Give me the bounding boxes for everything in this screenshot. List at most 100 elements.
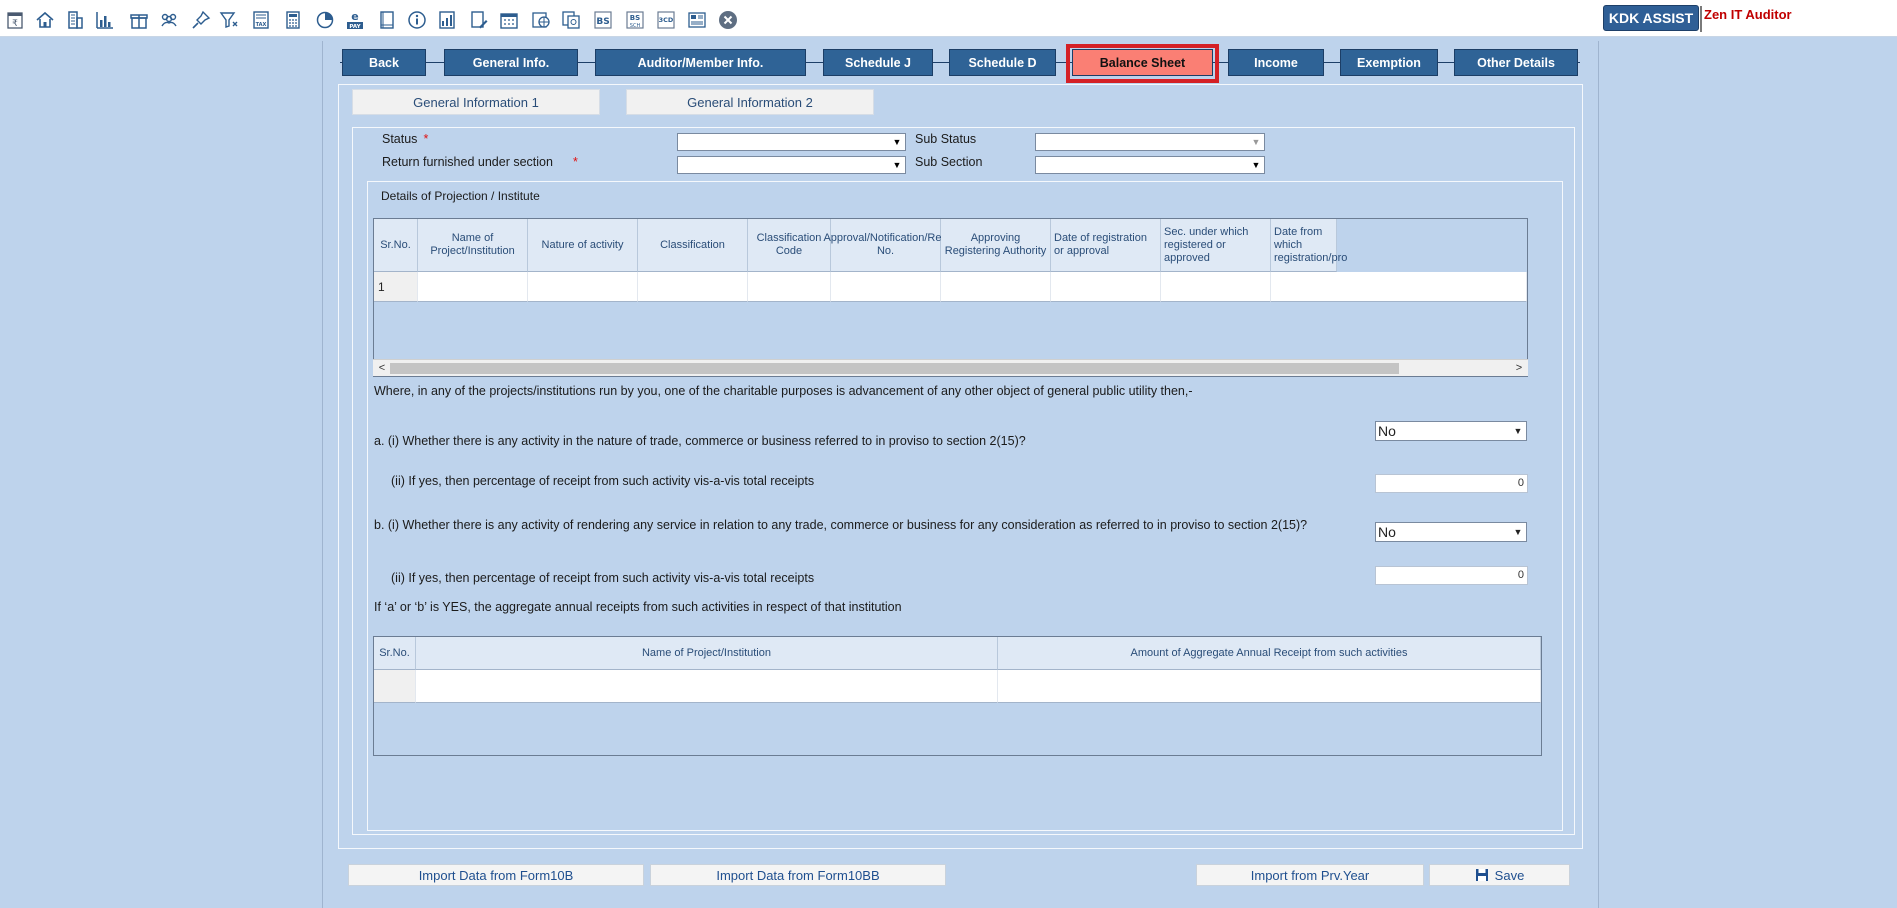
- tab-auditor-member-info[interactable]: Auditor/Member Info.: [595, 49, 806, 76]
- row-number: 1: [374, 272, 418, 302]
- home-icon[interactable]: [34, 9, 56, 31]
- book-icon[interactable]: [376, 9, 398, 31]
- question-b-ii: (ii) If yes, then percentage of receipt …: [391, 571, 815, 585]
- question-b-i-select[interactable]: No ▼: [1375, 522, 1527, 542]
- tab-schedule-j[interactable]: Schedule J: [823, 49, 933, 76]
- form-icon[interactable]: [686, 9, 708, 31]
- save-button-label: Save: [1494, 867, 1525, 883]
- column-header: Classification Code: [748, 219, 831, 272]
- column-header: Classification: [638, 219, 748, 272]
- table-cell[interactable]: [998, 670, 1541, 703]
- bs-icon[interactable]: BS: [592, 9, 614, 31]
- svg-text:TAX: TAX: [256, 22, 267, 28]
- scrollbar-thumb[interactable]: [390, 363, 1399, 374]
- aggregate-note: If ‘a’ or ‘b’ is YES, the aggregate annu…: [374, 600, 902, 614]
- question-a-ii-input[interactable]: 0: [1375, 474, 1528, 493]
- report-icon[interactable]: [436, 9, 458, 31]
- column-header: Approval/Notification/Reg No.: [823, 219, 948, 272]
- question-b-ii-input[interactable]: 0: [1375, 566, 1528, 585]
- projects-table: Sr.No. Name of Project/Institution Natur…: [373, 218, 1528, 377]
- svg-text:₹: ₹: [12, 19, 18, 29]
- pin-icon[interactable]: [190, 9, 212, 31]
- tab-general-info[interactable]: General Info.: [444, 49, 578, 76]
- status-select[interactable]: ▼: [677, 133, 906, 151]
- import-form10b-button[interactable]: Import Data from Form10B: [348, 864, 644, 886]
- svg-text:BS: BS: [596, 17, 609, 27]
- table-cell[interactable]: [1161, 272, 1271, 302]
- column-header: Sr.No.: [374, 637, 416, 670]
- table-cell[interactable]: [1271, 272, 1527, 302]
- svg-text:SCH: SCH: [630, 23, 641, 29]
- brand-separator: [1700, 6, 1702, 32]
- doc-edit-icon[interactable]: [468, 9, 490, 31]
- question-a-i-select[interactable]: No ▼: [1375, 421, 1527, 441]
- svg-text:BS: BS: [630, 14, 640, 22]
- pie-chart-icon[interactable]: [314, 9, 336, 31]
- import-form10bb-button[interactable]: Import Data from Form10BB: [650, 864, 946, 886]
- table-cell[interactable]: [1051, 272, 1161, 302]
- app-name: Zen IT Auditor: [1704, 7, 1792, 22]
- table-cell[interactable]: [941, 272, 1051, 302]
- active-tab-highlight: [1066, 44, 1219, 83]
- column-header: Name of Project/Institution: [416, 637, 998, 670]
- table-cell[interactable]: [416, 670, 998, 703]
- return-section-select[interactable]: ▼: [677, 156, 906, 174]
- table-cell[interactable]: [418, 272, 528, 302]
- calendar-icon[interactable]: [498, 9, 520, 31]
- toolbar: ₹ TAX e PAY BS BS SCH 3CD KDK ASSIST Zen…: [0, 0, 1897, 37]
- chevron-down-icon: ▼: [892, 137, 902, 147]
- horizontal-scrollbar[interactable]: < >: [373, 359, 1528, 376]
- calculator-icon[interactable]: [282, 9, 304, 31]
- table-cell[interactable]: [748, 272, 831, 302]
- column-header: Nature of activity: [528, 219, 638, 272]
- import-previous-year-button[interactable]: Import from Prv.Year: [1196, 864, 1424, 886]
- svg-text:3CD: 3CD: [659, 16, 674, 24]
- scroll-right-icon[interactable]: >: [1512, 361, 1526, 375]
- close-icon[interactable]: [717, 9, 739, 31]
- bs-sch-icon[interactable]: BS SCH: [624, 9, 646, 31]
- tab-other-details[interactable]: Other Details: [1454, 49, 1578, 76]
- column-header: Name of Project/Institution: [418, 219, 528, 272]
- group-icon[interactable]: [158, 9, 180, 31]
- scroll-left-icon[interactable]: <: [375, 361, 389, 375]
- tab-schedule-d[interactable]: Schedule D: [949, 49, 1056, 76]
- chevron-down-icon: ▼: [892, 160, 902, 170]
- subtab-general-information-1[interactable]: General Information 1: [352, 89, 600, 115]
- chevron-down-icon: ▼: [1513, 426, 1523, 436]
- sub-status-label: Sub Status: [915, 132, 977, 146]
- gift-icon[interactable]: [128, 9, 150, 31]
- rupee-doc-icon[interactable]: ₹: [4, 9, 26, 31]
- epay-icon[interactable]: e PAY: [344, 9, 366, 31]
- floppy-disk-icon: [1475, 868, 1489, 882]
- sub-status-select[interactable]: ▼: [1035, 133, 1265, 151]
- column-header: Sr.No.: [374, 219, 418, 272]
- tax-icon[interactable]: TAX: [250, 9, 272, 31]
- globe-icon[interactable]: [530, 9, 552, 31]
- svg-text:PAY: PAY: [349, 24, 361, 30]
- tab-income[interactable]: Income: [1228, 49, 1324, 76]
- table-cell[interactable]: [528, 272, 638, 302]
- table-cell[interactable]: [638, 272, 748, 302]
- 3cd-icon[interactable]: 3CD: [655, 9, 677, 31]
- question-b-i: b. (i) Whether there is any activity of …: [374, 518, 1308, 532]
- svg-text:e: e: [351, 10, 358, 23]
- chevron-down-icon: ▼: [1251, 137, 1261, 147]
- tab-exemption[interactable]: Exemption: [1340, 49, 1438, 76]
- return-section-label: Return furnished under section *: [382, 155, 578, 169]
- sub-section-select[interactable]: ▼: [1035, 156, 1265, 174]
- info-icon[interactable]: [406, 9, 428, 31]
- building-icon[interactable]: [64, 9, 86, 31]
- column-header: Sec. under which registered or approved: [1161, 219, 1271, 272]
- column-header: Approving Registering Authority: [941, 219, 1051, 272]
- copy-icon[interactable]: [560, 9, 582, 31]
- save-button[interactable]: Save: [1429, 864, 1570, 886]
- tab-back[interactable]: Back: [342, 49, 426, 76]
- bar-chart-icon[interactable]: [94, 9, 116, 31]
- kdk-assist-button[interactable]: KDK ASSIST: [1603, 5, 1699, 31]
- chevron-down-icon: ▼: [1513, 527, 1523, 537]
- subtab-general-information-2[interactable]: General Information 2: [626, 89, 874, 115]
- filter-icon[interactable]: [218, 9, 240, 31]
- charitable-purpose-intro: Where, in any of the projects/institutio…: [374, 384, 1193, 398]
- table-cell[interactable]: [831, 272, 941, 302]
- column-header: Date of registration or approval: [1051, 219, 1161, 272]
